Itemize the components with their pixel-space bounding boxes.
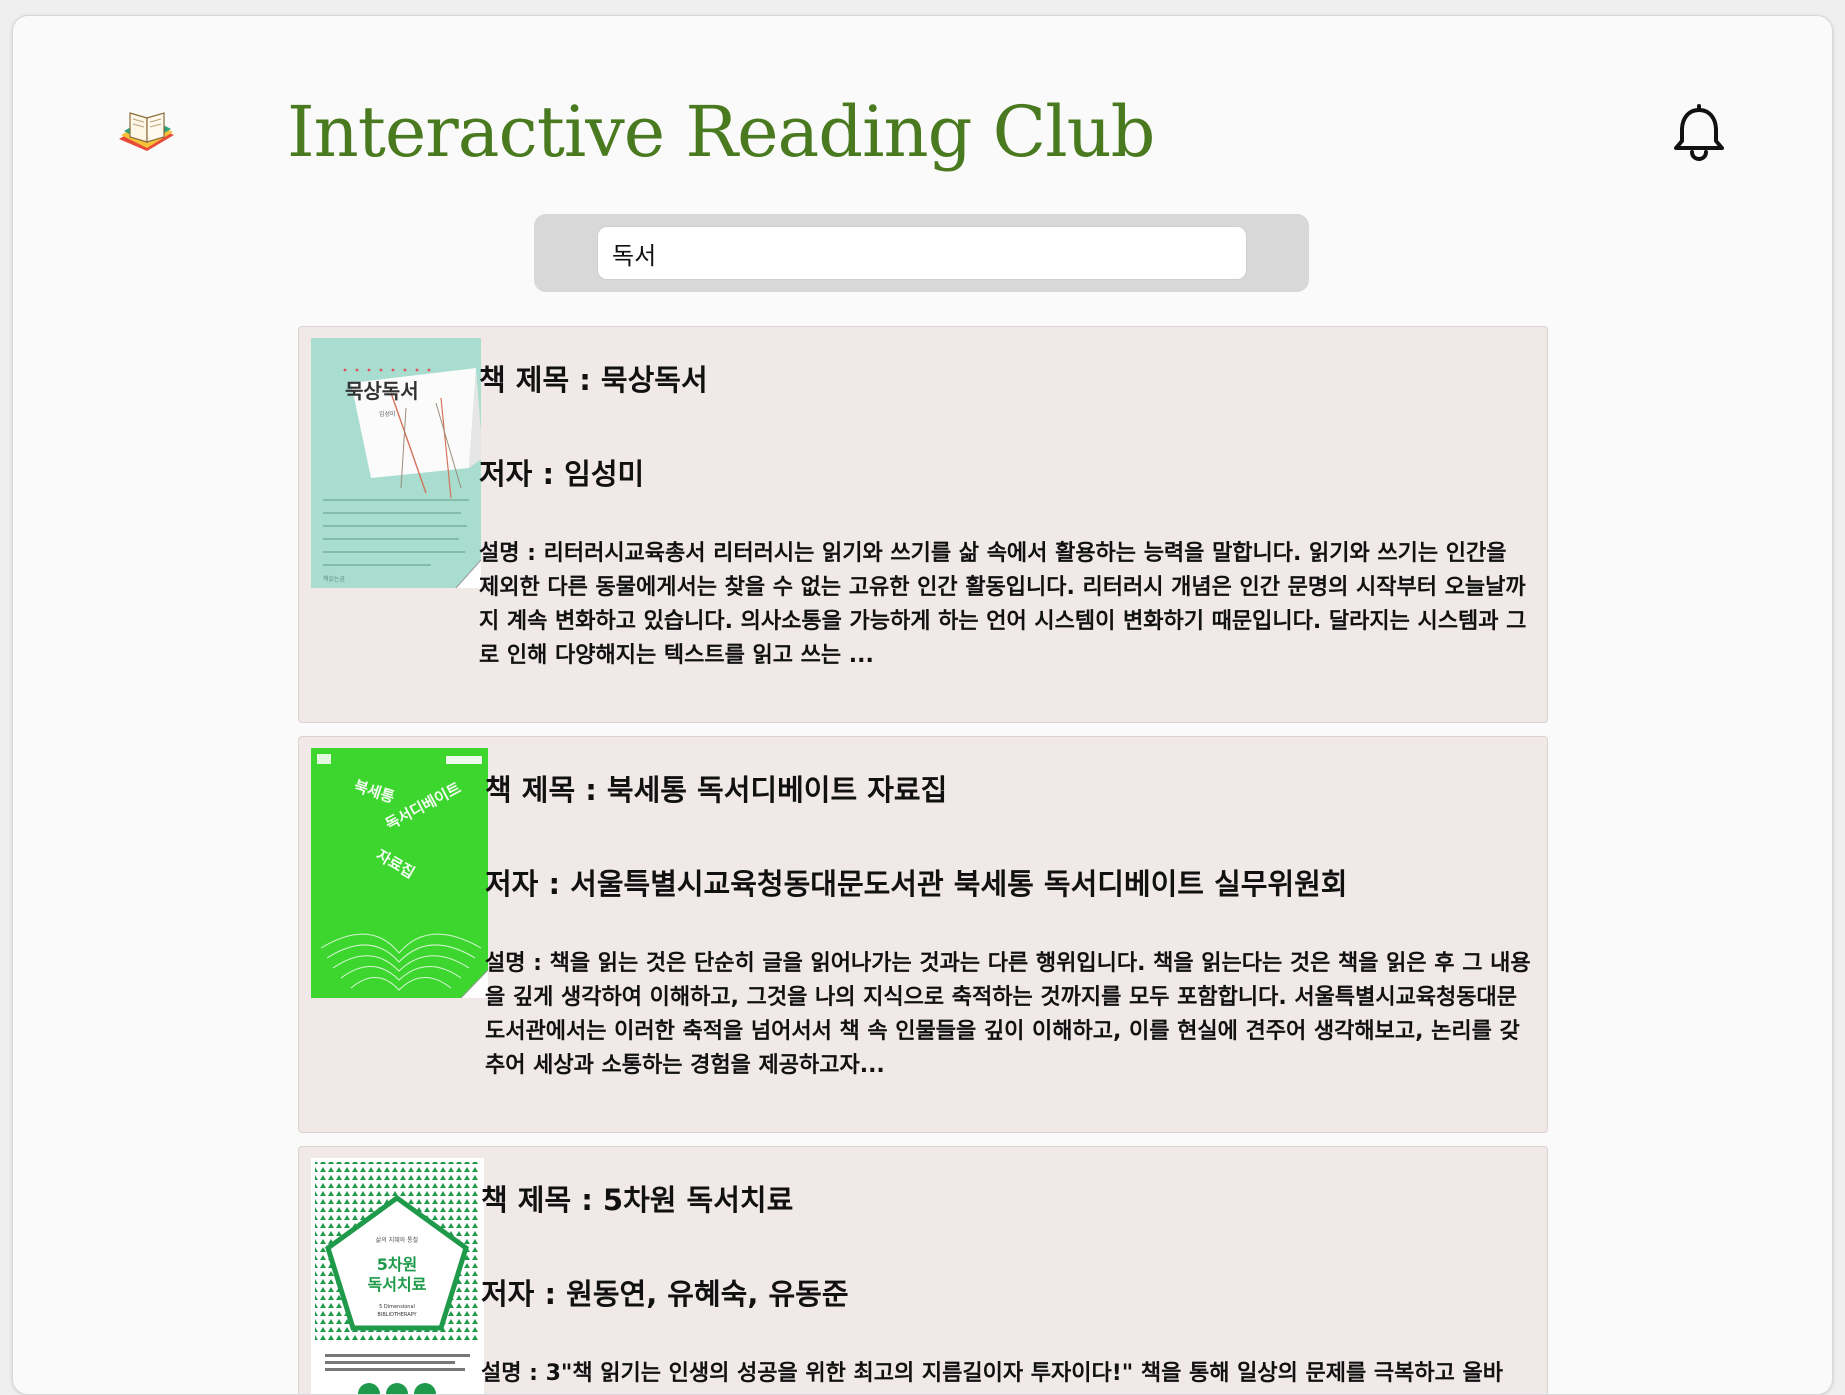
book-cover-image[interactable]: 묵상독서 임성미 책읽는곰 bbox=[311, 338, 481, 588]
open-book-icon[interactable] bbox=[116, 101, 178, 163]
svg-text:묵상독서: 묵상독서 bbox=[345, 379, 419, 403]
svg-text:5 Dimensional: 5 Dimensional bbox=[379, 1304, 415, 1310]
book-card[interactable]: 묵상독서 임성미 책읽는곰 책 제목 : 묵상독서 저자 : 임성미 설명 : … bbox=[298, 326, 1548, 723]
book-title: 책 제목 : 묵상독서 bbox=[479, 363, 708, 397]
book-info: 책 제목 : 묵상독서 저자 : 임성미 설명 : 리터러시교육총서 리터러시는… bbox=[479, 357, 1533, 673]
book-info: 책 제목 : 북세통 독서디베이트 자료집 저자 : 서울특별시교육청동대문도서… bbox=[485, 767, 1533, 1083]
book-info: 책 제목 : 5차원 독서치료 저자 : 원동연, 유혜숙, 유동준 설명 : … bbox=[481, 1177, 1533, 1394]
book-description: 설명 : 리터러시교육총서 리터러시는 읽기와 쓰기를 삶 속에서 활용하는 능… bbox=[479, 541, 1527, 668]
book-cover-image[interactable]: 북세통 독서디베이트 자료집 bbox=[311, 748, 488, 998]
svg-text:독서치료: 독서치료 bbox=[368, 1275, 427, 1294]
svg-text:삶의 지혜와 통찰: 삶의 지혜와 통찰 bbox=[376, 1236, 419, 1244]
book-description: 설명 : 3"책 읽기는 인생의 성공을 위한 최고의 지름길이자 투자이다!"… bbox=[481, 1361, 1504, 1386]
book-author: 저자 : 임성미 bbox=[479, 457, 645, 491]
book-description: 설명 : 책을 읽는 것은 단순히 글을 읽어나가는 것과는 다른 행위입니다.… bbox=[485, 951, 1531, 1078]
bell-icon[interactable] bbox=[1669, 103, 1729, 163]
book-cover-image[interactable]: 삶의 지혜와 통찰 5차원 독서치료 5 Dimensional BIBLIOT… bbox=[311, 1158, 484, 1394]
search-bar bbox=[534, 214, 1309, 292]
svg-text:5차원: 5차원 bbox=[377, 1255, 418, 1274]
book-author: 저자 : 원동연, 유혜숙, 유동준 bbox=[481, 1277, 849, 1311]
book-card[interactable]: 삶의 지혜와 통찰 5차원 독서치료 5 Dimensional BIBLIOT… bbox=[298, 1146, 1548, 1394]
app-window: Interactive Reading Club 독서 묵상독서 임성미 책읽는… bbox=[12, 15, 1833, 1395]
svg-text:책읽는곰: 책읽는곰 bbox=[323, 575, 346, 583]
header: Interactive Reading Club bbox=[103, 76, 1742, 186]
book-title: 책 제목 : 5차원 독서치료 bbox=[481, 1183, 794, 1217]
svg-text:BIBLIOTHERAPY: BIBLIOTHERAPY bbox=[377, 1312, 417, 1318]
book-author: 저자 : 서울특별시교육청동대문도서관 북세통 독서디베이트 실무위원회 bbox=[485, 867, 1348, 901]
search-input[interactable] bbox=[597, 226, 1247, 280]
svg-text:임성미: 임성미 bbox=[379, 410, 396, 418]
app-title: Interactive Reading Club bbox=[287, 91, 1155, 173]
book-card[interactable]: 북세통 독서디베이트 자료집 책 제목 : 북세통 독서디베이트 자료집 저자 … bbox=[298, 736, 1548, 1133]
book-title: 책 제목 : 북세통 독서디베이트 자료집 bbox=[485, 773, 948, 807]
